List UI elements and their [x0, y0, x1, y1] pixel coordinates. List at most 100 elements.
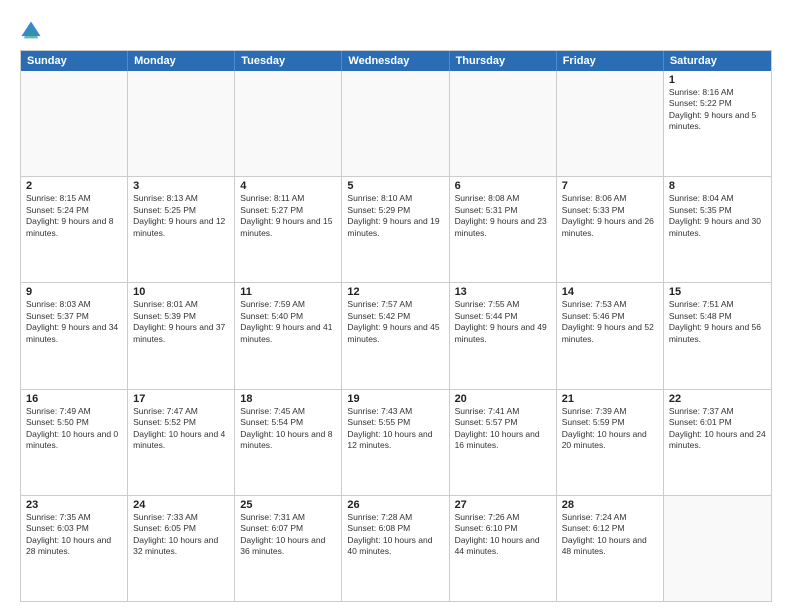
header [20, 16, 772, 42]
day-info: Sunrise: 7:55 AM Sunset: 5:44 PM Dayligh… [455, 299, 551, 345]
day-info: Sunrise: 7:33 AM Sunset: 6:05 PM Dayligh… [133, 512, 229, 558]
day-number: 26 [347, 499, 443, 511]
day-number: 18 [240, 393, 336, 405]
day-cell-15: 15Sunrise: 7:51 AM Sunset: 5:48 PM Dayli… [664, 283, 771, 388]
day-info: Sunrise: 8:10 AM Sunset: 5:29 PM Dayligh… [347, 193, 443, 239]
day-cell-5: 5Sunrise: 8:10 AM Sunset: 5:29 PM Daylig… [342, 177, 449, 282]
day-cell-20: 20Sunrise: 7:41 AM Sunset: 5:57 PM Dayli… [450, 390, 557, 495]
day-number: 25 [240, 499, 336, 511]
day-cell-24: 24Sunrise: 7:33 AM Sunset: 6:05 PM Dayli… [128, 496, 235, 601]
day-number: 23 [26, 499, 122, 511]
day-info: Sunrise: 7:37 AM Sunset: 6:01 PM Dayligh… [669, 406, 766, 452]
day-number: 16 [26, 393, 122, 405]
day-number: 15 [669, 286, 766, 298]
empty-cell-0-5 [557, 71, 664, 176]
day-info: Sunrise: 8:13 AM Sunset: 5:25 PM Dayligh… [133, 193, 229, 239]
day-number: 7 [562, 180, 658, 192]
day-info: Sunrise: 8:03 AM Sunset: 5:37 PM Dayligh… [26, 299, 122, 345]
day-number: 22 [669, 393, 766, 405]
day-number: 11 [240, 286, 336, 298]
empty-cell-0-1 [128, 71, 235, 176]
day-number: 5 [347, 180, 443, 192]
header-day-saturday: Saturday [664, 51, 771, 71]
header-day-sunday: Sunday [21, 51, 128, 71]
day-info: Sunrise: 8:11 AM Sunset: 5:27 PM Dayligh… [240, 193, 336, 239]
empty-cell-0-0 [21, 71, 128, 176]
day-number: 21 [562, 393, 658, 405]
day-info: Sunrise: 7:31 AM Sunset: 6:07 PM Dayligh… [240, 512, 336, 558]
day-cell-23: 23Sunrise: 7:35 AM Sunset: 6:03 PM Dayli… [21, 496, 128, 601]
day-number: 3 [133, 180, 229, 192]
calendar: SundayMondayTuesdayWednesdayThursdayFrid… [20, 50, 772, 602]
day-number: 10 [133, 286, 229, 298]
day-info: Sunrise: 7:41 AM Sunset: 5:57 PM Dayligh… [455, 406, 551, 452]
day-info: Sunrise: 7:51 AM Sunset: 5:48 PM Dayligh… [669, 299, 766, 345]
day-number: 20 [455, 393, 551, 405]
header-day-tuesday: Tuesday [235, 51, 342, 71]
empty-cell-0-4 [450, 71, 557, 176]
day-info: Sunrise: 7:53 AM Sunset: 5:46 PM Dayligh… [562, 299, 658, 345]
day-info: Sunrise: 7:49 AM Sunset: 5:50 PM Dayligh… [26, 406, 122, 452]
day-number: 9 [26, 286, 122, 298]
day-cell-4: 4Sunrise: 8:11 AM Sunset: 5:27 PM Daylig… [235, 177, 342, 282]
day-info: Sunrise: 8:01 AM Sunset: 5:39 PM Dayligh… [133, 299, 229, 345]
page: SundayMondayTuesdayWednesdayThursdayFrid… [0, 0, 792, 612]
day-info: Sunrise: 8:15 AM Sunset: 5:24 PM Dayligh… [26, 193, 122, 239]
day-cell-12: 12Sunrise: 7:57 AM Sunset: 5:42 PM Dayli… [342, 283, 449, 388]
day-cell-27: 27Sunrise: 7:26 AM Sunset: 6:10 PM Dayli… [450, 496, 557, 601]
day-cell-1: 1Sunrise: 8:16 AM Sunset: 5:22 PM Daylig… [664, 71, 771, 176]
day-cell-2: 2Sunrise: 8:15 AM Sunset: 5:24 PM Daylig… [21, 177, 128, 282]
day-info: Sunrise: 8:16 AM Sunset: 5:22 PM Dayligh… [669, 87, 766, 133]
calendar-row-0: 1Sunrise: 8:16 AM Sunset: 5:22 PM Daylig… [21, 71, 771, 177]
day-cell-7: 7Sunrise: 8:06 AM Sunset: 5:33 PM Daylig… [557, 177, 664, 282]
day-info: Sunrise: 7:45 AM Sunset: 5:54 PM Dayligh… [240, 406, 336, 452]
day-cell-28: 28Sunrise: 7:24 AM Sunset: 6:12 PM Dayli… [557, 496, 664, 601]
day-info: Sunrise: 7:43 AM Sunset: 5:55 PM Dayligh… [347, 406, 443, 452]
day-cell-16: 16Sunrise: 7:49 AM Sunset: 5:50 PM Dayli… [21, 390, 128, 495]
day-number: 8 [669, 180, 766, 192]
calendar-row-1: 2Sunrise: 8:15 AM Sunset: 5:24 PM Daylig… [21, 177, 771, 283]
day-info: Sunrise: 8:04 AM Sunset: 5:35 PM Dayligh… [669, 193, 766, 239]
day-number: 28 [562, 499, 658, 511]
day-number: 6 [455, 180, 551, 192]
calendar-row-4: 23Sunrise: 7:35 AM Sunset: 6:03 PM Dayli… [21, 496, 771, 601]
calendar-header: SundayMondayTuesdayWednesdayThursdayFrid… [21, 51, 771, 71]
empty-cell-0-3 [342, 71, 449, 176]
day-info: Sunrise: 7:26 AM Sunset: 6:10 PM Dayligh… [455, 512, 551, 558]
calendar-body: 1Sunrise: 8:16 AM Sunset: 5:22 PM Daylig… [21, 71, 771, 601]
day-cell-19: 19Sunrise: 7:43 AM Sunset: 5:55 PM Dayli… [342, 390, 449, 495]
logo [20, 20, 46, 42]
day-cell-21: 21Sunrise: 7:39 AM Sunset: 5:59 PM Dayli… [557, 390, 664, 495]
day-info: Sunrise: 8:06 AM Sunset: 5:33 PM Dayligh… [562, 193, 658, 239]
day-cell-11: 11Sunrise: 7:59 AM Sunset: 5:40 PM Dayli… [235, 283, 342, 388]
day-info: Sunrise: 7:28 AM Sunset: 6:08 PM Dayligh… [347, 512, 443, 558]
day-info: Sunrise: 8:08 AM Sunset: 5:31 PM Dayligh… [455, 193, 551, 239]
day-info: Sunrise: 7:57 AM Sunset: 5:42 PM Dayligh… [347, 299, 443, 345]
day-info: Sunrise: 7:47 AM Sunset: 5:52 PM Dayligh… [133, 406, 229, 452]
day-cell-13: 13Sunrise: 7:55 AM Sunset: 5:44 PM Dayli… [450, 283, 557, 388]
day-cell-6: 6Sunrise: 8:08 AM Sunset: 5:31 PM Daylig… [450, 177, 557, 282]
day-number: 19 [347, 393, 443, 405]
day-number: 17 [133, 393, 229, 405]
day-cell-22: 22Sunrise: 7:37 AM Sunset: 6:01 PM Dayli… [664, 390, 771, 495]
day-info: Sunrise: 7:39 AM Sunset: 5:59 PM Dayligh… [562, 406, 658, 452]
day-number: 12 [347, 286, 443, 298]
day-number: 24 [133, 499, 229, 511]
calendar-row-3: 16Sunrise: 7:49 AM Sunset: 5:50 PM Dayli… [21, 390, 771, 496]
day-info: Sunrise: 7:24 AM Sunset: 6:12 PM Dayligh… [562, 512, 658, 558]
empty-cell-4-6 [664, 496, 771, 601]
logo-icon [20, 20, 42, 42]
day-number: 2 [26, 180, 122, 192]
day-number: 13 [455, 286, 551, 298]
empty-cell-0-2 [235, 71, 342, 176]
day-cell-25: 25Sunrise: 7:31 AM Sunset: 6:07 PM Dayli… [235, 496, 342, 601]
day-number: 1 [669, 74, 766, 86]
day-cell-17: 17Sunrise: 7:47 AM Sunset: 5:52 PM Dayli… [128, 390, 235, 495]
day-info: Sunrise: 7:59 AM Sunset: 5:40 PM Dayligh… [240, 299, 336, 345]
day-cell-18: 18Sunrise: 7:45 AM Sunset: 5:54 PM Dayli… [235, 390, 342, 495]
day-cell-9: 9Sunrise: 8:03 AM Sunset: 5:37 PM Daylig… [21, 283, 128, 388]
header-day-thursday: Thursday [450, 51, 557, 71]
day-cell-14: 14Sunrise: 7:53 AM Sunset: 5:46 PM Dayli… [557, 283, 664, 388]
calendar-row-2: 9Sunrise: 8:03 AM Sunset: 5:37 PM Daylig… [21, 283, 771, 389]
day-cell-3: 3Sunrise: 8:13 AM Sunset: 5:25 PM Daylig… [128, 177, 235, 282]
